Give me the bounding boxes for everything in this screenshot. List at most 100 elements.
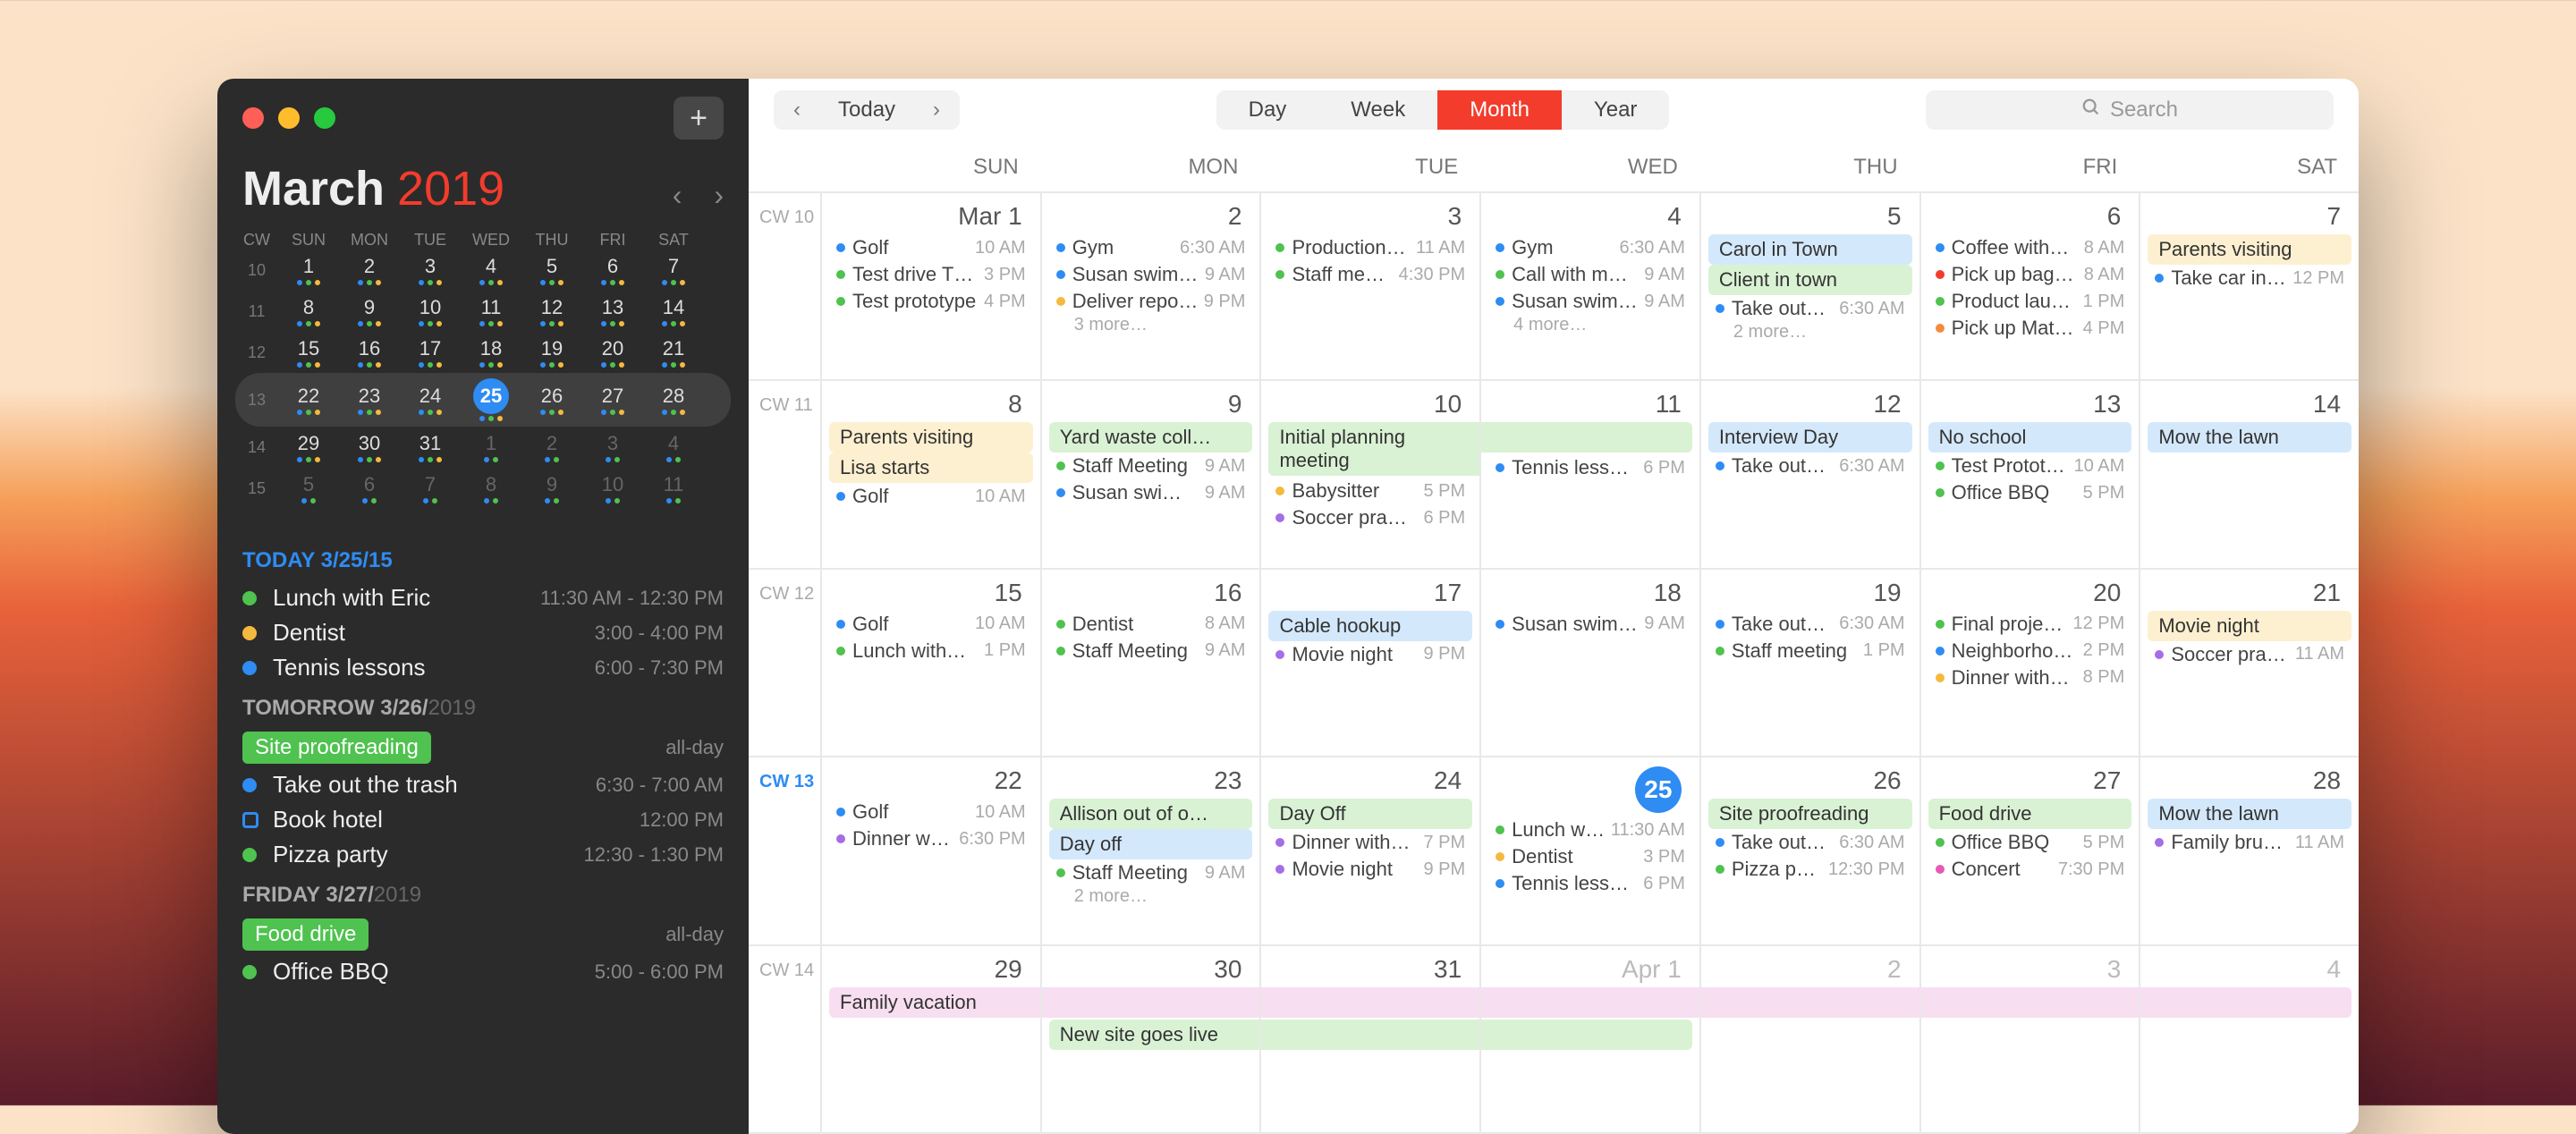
mini-cal-day[interactable]: 11 [461, 296, 521, 326]
prev-period-icon[interactable]: ‹ [774, 97, 820, 123]
day-cell[interactable]: Apr 1 [1479, 946, 1699, 1132]
calendar-event[interactable]: Pick up Mat…4 PM [1928, 315, 2132, 342]
mini-cal-day[interactable]: 6 [582, 255, 643, 285]
mini-cal-day[interactable]: 27 [582, 385, 643, 415]
calendar-event[interactable]: Food drive [1928, 799, 2132, 829]
calendar-event[interactable]: Final proje…12 PM [1928, 611, 2132, 638]
prev-month-icon[interactable]: ‹ [673, 179, 682, 212]
calendar-event[interactable]: Golf10 AM [829, 611, 1033, 638]
day-cell[interactable]: 25Lunch wi…11:30 AMDentist3 PMTennis les… [1479, 757, 1699, 944]
mini-cal-day[interactable]: 18 [461, 337, 521, 368]
day-cell[interactable]: 6Coffee with…8 AMPick up bagels8 AMProdu… [1919, 193, 2140, 379]
spanning-event[interactable] [1919, 987, 2140, 1018]
view-year[interactable]: Year [1562, 90, 1670, 130]
day-cell[interactable]: 16Dentist8 AMStaff Meeting9 AM [1040, 570, 1260, 756]
agenda-item[interactable]: Lunch with Eric11:30 AM - 12:30 PM [242, 580, 724, 615]
mini-cal-day[interactable]: 24 [400, 385, 461, 415]
agenda-item[interactable]: Office BBQ5:00 - 6:00 PM [242, 954, 724, 989]
calendar-event[interactable]: Test prototype4 PM [829, 288, 1033, 315]
close-icon[interactable] [242, 107, 264, 129]
calendar-event[interactable]: Carol in Town [1708, 234, 1912, 265]
calendar-event[interactable]: Take out…6:30 AM [1708, 829, 1912, 856]
next-period-icon[interactable]: › [913, 97, 960, 123]
calendar-event[interactable]: Gym6:30 AM [1049, 234, 1253, 261]
agenda-item[interactable]: Dentist3:00 - 4:00 PM [242, 615, 724, 650]
calendar-grid[interactable]: CW 10Mar 1Golf10 AMTest drive T…3 PMTest… [749, 193, 2359, 1134]
calendar-event[interactable]: Deliver reports9 PM [1049, 288, 1253, 315]
calendar-event[interactable]: Site proofreading [1708, 799, 1912, 829]
day-cell[interactable]: 27Food driveOffice BBQ5 PMConcert7:30 PM [1919, 757, 2140, 944]
next-month-icon[interactable]: › [714, 179, 724, 212]
calendar-event[interactable]: Dinner wi…6:30 PM [829, 825, 1033, 852]
mini-cal-day[interactable]: 15 [278, 337, 339, 368]
view-day[interactable]: Day [1216, 90, 1319, 130]
spanning-event[interactable] [1479, 987, 1699, 1018]
calendar-event[interactable]: Product lau…1 PM [1928, 288, 2132, 315]
calendar-event[interactable]: Allison out of o… [1049, 799, 1253, 829]
calendar-event[interactable]: No school [1928, 422, 2132, 453]
day-cell[interactable]: 31 [1259, 946, 1479, 1132]
calendar-event[interactable]: Test drive T…3 PM [829, 261, 1033, 288]
agenda-item[interactable]: Take out the trash6:30 - 7:00 AM [242, 767, 724, 802]
calendar-event[interactable]: Take car in…12 PM [2148, 265, 2351, 292]
mini-cal-day[interactable]: 19 [521, 337, 582, 368]
day-cell[interactable]: 14Mow the lawn [2139, 381, 2359, 567]
add-event-button[interactable]: + [674, 97, 724, 140]
agenda-item[interactable]: Tennis lessons6:00 - 7:30 PM [242, 650, 724, 685]
calendar-event[interactable]: Take out…6:30 AM [1708, 611, 1912, 638]
calendar-event[interactable]: Office BBQ5 PM [1928, 829, 2132, 856]
calendar-event[interactable]: Parents visiting [2148, 234, 2351, 265]
mini-cal-day[interactable]: 21 [643, 337, 704, 368]
day-cell[interactable]: 4 [2139, 946, 2359, 1132]
calendar-event[interactable]: Movie night9 PM [1268, 856, 1472, 883]
day-cell[interactable]: 18Susan swim…9 AM [1479, 570, 1699, 756]
calendar-event[interactable]: Golf10 AM [829, 799, 1033, 825]
calendar-event[interactable]: Call with m…9 AM [1488, 261, 1692, 288]
day-cell[interactable]: 2Gym6:30 AMSusan swim…9 AMDeliver report… [1040, 193, 1260, 379]
mini-cal-day[interactable]: 5 [278, 473, 339, 504]
calendar-event[interactable]: Babysitter5 PM [1268, 478, 1472, 504]
mini-cal-day[interactable]: 29 [278, 432, 339, 462]
calendar-event[interactable]: Tennis lessons6 PM [1488, 454, 1692, 481]
calendar-event[interactable]: Staff Meeting9 AM [1049, 638, 1253, 664]
day-cell[interactable]: 3Production…11 AMStaff mee…4:30 PM [1259, 193, 1479, 379]
view-month[interactable]: Month [1437, 90, 1562, 130]
search-input[interactable]: Search [1926, 90, 2334, 130]
calendar-event[interactable]: Soccer pra…6 PM [1268, 504, 1472, 531]
day-cell[interactable]: 21Movie nightSoccer pra…11 AM [2139, 570, 2359, 756]
mini-cal-day[interactable]: 23 [339, 385, 400, 415]
calendar-event[interactable]: Family bru…11 AM [2148, 829, 2351, 856]
mini-cal-day[interactable]: 10 [400, 296, 461, 326]
mini-cal-day[interactable]: 26 [521, 385, 582, 415]
calendar-event[interactable]: Movie night [2148, 611, 2351, 641]
mini-cal-day[interactable]: 8 [461, 473, 521, 504]
mini-cal-day[interactable]: 13 [582, 296, 643, 326]
spanning-event[interactable]: Initial planning meeting [1268, 422, 1479, 476]
day-cell[interactable]: 19Take out…6:30 AMStaff meeting1 PM [1699, 570, 1919, 756]
agenda-item[interactable]: Site proofreadingall-day [242, 728, 724, 767]
day-cell[interactable]: 15Golf10 AMLunch with…1 PM [820, 570, 1040, 756]
calendar-event[interactable]: Pizza party12:30 PM [1708, 856, 1912, 883]
day-cell[interactable]: 11 Tennis lessons6 PM [1479, 381, 1699, 567]
spanning-event[interactable]: New site goes live [1049, 1020, 1260, 1050]
minimize-icon[interactable] [278, 107, 300, 129]
day-cell[interactable]: 13No schoolTest Protot…10 AMOffice BBQ5 … [1919, 381, 2140, 567]
calendar-event[interactable]: Dentist3 PM [1488, 843, 1692, 870]
calendar-event[interactable]: Susan swim…9 AM [1049, 261, 1253, 288]
spanning-event[interactable] [2139, 987, 2351, 1018]
calendar-event[interactable]: Day off [1049, 829, 1253, 859]
today-button[interactable]: Today [820, 97, 913, 123]
mini-cal-day[interactable]: 14 [643, 296, 704, 326]
calendar-event[interactable]: Cable hookup [1268, 611, 1472, 641]
mini-cal-day[interactable]: 7 [400, 473, 461, 504]
spanning-event[interactable] [1479, 422, 1692, 453]
calendar-event[interactable]: Dentist8 AM [1049, 611, 1253, 638]
mini-cal-day[interactable]: 2 [339, 255, 400, 285]
day-cell[interactable]: 30 New site goes live [1040, 946, 1260, 1132]
calendar-event[interactable]: Take out…6:30 AM [1708, 453, 1912, 479]
mini-cal-day[interactable]: 30 [339, 432, 400, 462]
day-cell[interactable]: 4Gym6:30 AMCall with m…9 AMSusan swim…9 … [1479, 193, 1699, 379]
more-events-link[interactable]: 2 more… [1708, 322, 1912, 343]
day-cell[interactable]: 29Family vacation [820, 946, 1040, 1132]
calendar-event[interactable]: Coffee with…8 AM [1928, 234, 2132, 261]
